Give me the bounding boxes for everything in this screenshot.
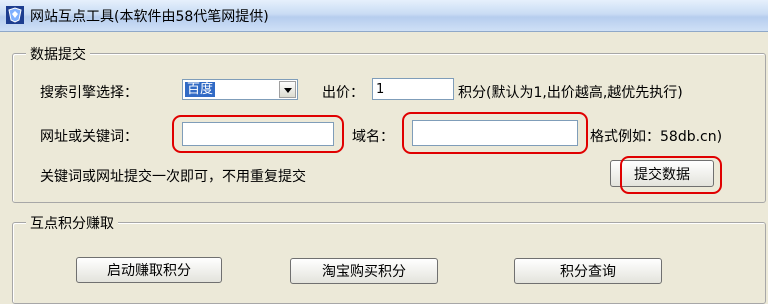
submit-data-button[interactable]: 提交数据 bbox=[610, 160, 714, 187]
domain-label: 域名： bbox=[352, 129, 394, 145]
bid-input[interactable] bbox=[372, 78, 454, 100]
start-earning-button[interactable]: 启动赚取积分 bbox=[76, 257, 222, 283]
points-query-button[interactable]: 积分查询 bbox=[514, 258, 662, 284]
engine-select[interactable]: 百度 bbox=[182, 79, 298, 100]
buy-points-button[interactable]: 淘宝购买积分 bbox=[290, 258, 438, 284]
engine-select-value: 百度 bbox=[185, 82, 216, 97]
url-label: 网址或关键词： bbox=[40, 129, 138, 145]
domain-input[interactable] bbox=[412, 120, 578, 146]
submit-note: 关键词或网址提交一次即可，不用重复提交 bbox=[40, 169, 306, 185]
bid-hint: 积分(默认为1,出价越高,越优先执行) bbox=[458, 85, 683, 101]
url-keyword-input[interactable] bbox=[182, 122, 334, 146]
title-bar: 网站互点工具(本软件由58代笔网提供) bbox=[0, 0, 768, 32]
app-icon bbox=[6, 6, 24, 24]
window-title: 网站互点工具(本软件由58代笔网提供) bbox=[30, 9, 269, 25]
bid-label: 出价： bbox=[322, 85, 364, 101]
engine-label: 搜索引擎选择： bbox=[40, 85, 138, 101]
earn-group-legend: 互点积分赚取 bbox=[26, 213, 118, 233]
submit-group-legend: 数据提交 bbox=[26, 44, 90, 64]
format-hint: 格式例如：58db.cn) bbox=[590, 129, 723, 145]
chevron-down-icon[interactable] bbox=[279, 81, 296, 98]
